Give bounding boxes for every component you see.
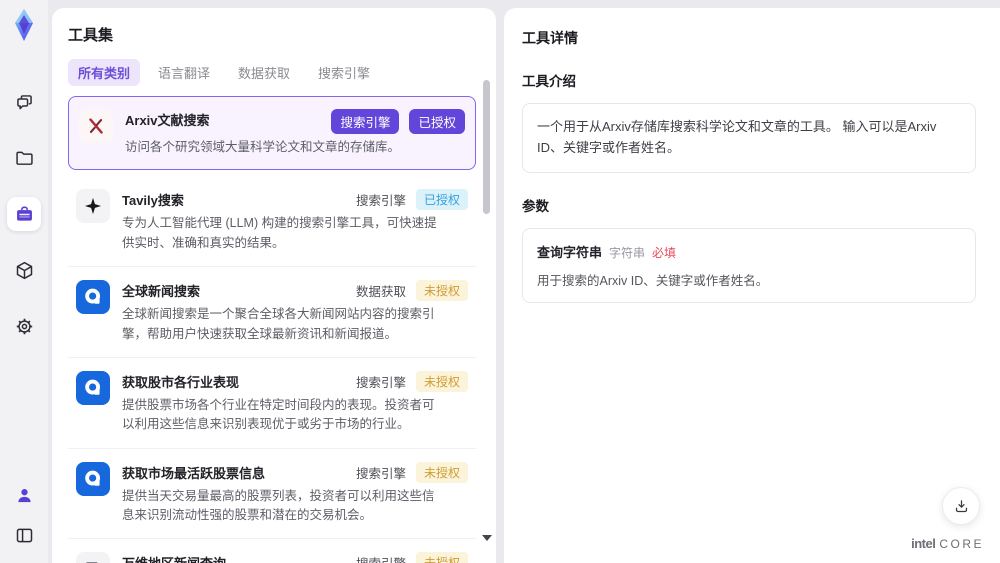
app-logo gem-logo: [6, 7, 42, 43]
detail-panel-title: 工具详情: [522, 30, 578, 46]
intel-brand-text: intel: [911, 536, 936, 551]
parameter-description: 用于搜索的Arxiv ID、关键字或作者姓名。: [537, 273, 769, 288]
tool-main: 获取市场最活跃股票信息 搜索引擎 未授权 提供当天交易量最高的股票列表，投资者可…: [122, 461, 468, 526]
category-tabs: 所有类别 语言翻译 数据获取 搜索引擎: [68, 59, 476, 86]
tool-meta: 搜索引擎 未授权: [355, 461, 468, 483]
tool-status-badge: 未授权: [415, 370, 468, 392]
sidebar-nav: [7, 85, 41, 343]
sidebar: [0, 0, 48, 563]
tool-description: 提供当天交易量最高的股票列表，投资者可以利用这些信息来识别流动性强的股票和潜在的…: [122, 488, 435, 522]
tool-intro-box: 一个用于从Arxiv存储库搜索科学论文和文章的工具。 输入可以是Arxiv ID…: [522, 103, 976, 173]
tool-description: 提供股票市场各个行业在特定时间段内的表现。投资者可以利用这些信息来识别表现优于或…: [122, 397, 435, 432]
tool-card[interactable]: Arxiv文献搜索 搜索引擎 已授权 访问各个研究领域大量科学论文和文章的存储库…: [68, 96, 476, 171]
panel-toggle-icon[interactable]: [10, 521, 38, 549]
intro-section-heading: 工具介绍: [522, 74, 576, 89]
tool-card[interactable]: 获取股市各行业表现 搜索引擎 未授权 提供股票市场各个行业在特定时间段内的表现。…: [68, 358, 476, 449]
blue-q-tool-icon: [76, 461, 110, 496]
arxiv-tool-icon: [79, 109, 113, 143]
category-tab[interactable]: 搜索引擎: [308, 59, 380, 86]
tool-name: 万维地区新闻查询: [122, 552, 226, 563]
tool-description: 全球新闻搜索是一个聚合全球各大新闻网站内容的搜索引擎，帮助用户快速获取全球最新资…: [122, 307, 435, 341]
tool-description: 访问各个研究领域大量科学论文和文章的存储库。: [125, 140, 401, 154]
tool-category-badge: 搜索引擎: [331, 109, 400, 134]
tool-meta: 搜索引擎 未授权: [355, 370, 468, 392]
nav-folder-icon[interactable]: [7, 141, 41, 175]
tool-main: 全球新闻搜索 数据获取 未授权 全球新闻搜索是一个聚合全球各大新闻网站内容的搜索…: [122, 280, 468, 344]
tool-main: 获取股市各行业表现 搜索引擎 未授权 提供股票市场各个行业在特定时间段内的表现。…: [122, 370, 468, 435]
list-scrollbar[interactable]: [482, 72, 492, 555]
tab-label: 语言翻译: [158, 66, 211, 81]
nav-settings-gear-icon[interactable]: [7, 309, 41, 343]
category-tab[interactable]: 数据获取: [228, 59, 300, 86]
tool-card[interactable]: Tavily搜索 搜索引擎 已授权 专为人工智能代理 (LLM) 构建的搜索引擎…: [68, 176, 476, 268]
tool-status-badge: 未授权: [415, 461, 468, 483]
tool-main: Arxiv文献搜索 搜索引擎 已授权 访问各个研究领域大量科学论文和文章的存储库…: [125, 109, 465, 157]
tool-meta: 数据获取 未授权: [355, 280, 468, 302]
tool-description: 专为人工智能代理 (LLM) 构建的搜索引擎工具，可快速提供实时、准确和真实的结…: [122, 216, 437, 250]
tool-category-badge: 数据获取: [355, 285, 406, 300]
parameter-header: 查询字符串 字符串 必填: [537, 242, 961, 261]
scrollbar-down-arrow-icon[interactable]: [482, 535, 492, 541]
blue-q-tool-icon: [76, 280, 110, 315]
tool-card[interactable]: 获取市场最活跃股票信息 搜索引擎 未授权 提供当天交易量最高的股票列表，投资者可…: [68, 449, 476, 540]
nav-briefcase-icon nav-tools-active[interactable]: [7, 197, 41, 231]
parameter-type: 字符串: [609, 245, 646, 260]
scrollbar-thumb[interactable]: [483, 80, 490, 214]
parameter-required-badge: 必填: [652, 245, 677, 260]
tool-name: 获取市场最活跃股票信息: [122, 465, 266, 481]
tool-meta: 搜索引擎 已授权: [355, 189, 468, 211]
category-tab[interactable]: 语言翻译: [148, 59, 220, 86]
tool-card[interactable]: 全球新闻搜索 数据获取 未授权 全球新闻搜索是一个聚合全球各大新闻网站内容的搜索…: [68, 267, 476, 358]
tool-category-badge: 搜索引擎: [356, 553, 406, 563]
tool-name: 获取股市各行业表现: [122, 374, 240, 390]
tab-label: 数据获取: [238, 66, 291, 81]
tool-category-badge: 搜索引擎: [355, 194, 406, 209]
tool-meta: 搜索引擎 已授权: [331, 109, 465, 134]
tool-name: 全球新闻搜索: [122, 284, 201, 300]
category-tab[interactable]: 所有类别: [68, 59, 141, 86]
parameter-box: 查询字符串 字符串 必填 用于搜索的Arxiv ID、关键字或作者姓名。: [522, 227, 976, 303]
tool-detail-panel: 工具详情 工具介绍 一个用于从Arxiv存储库搜索科学论文和文章的工具。 输入可…: [504, 8, 1000, 563]
sidebar-bottom: [10, 481, 38, 563]
tool-main: 万维地区新闻查询 搜索引擎 未授权 查询具体行政区划内的新闻，快速了解各地新闻动: [122, 552, 468, 563]
tool-status-badge: 已授权: [409, 109, 465, 134]
tool-meta: 搜索引擎 未授权: [356, 552, 468, 563]
blue-q-tool-icon: [76, 370, 110, 405]
params-section-heading: 参数: [522, 198, 549, 214]
tool-category-badge: 搜索引擎: [355, 466, 406, 481]
tool-main: Tavily搜索 搜索引擎 已授权 专为人工智能代理 (LLM) 构建的搜索引擎…: [122, 189, 468, 253]
newspaper-tool-icon: [76, 552, 110, 563]
tab-label: 搜索引擎: [318, 66, 371, 81]
download-button[interactable]: [942, 487, 980, 525]
page-title: 工具集: [68, 27, 114, 44]
tool-status-badge: 未授权: [415, 552, 468, 563]
tool-status-badge: 已授权: [415, 189, 468, 211]
nav-package-icon[interactable]: [7, 253, 41, 287]
intel-core-logo: intel core: [911, 536, 984, 551]
tool-name: Arxiv文献搜索: [125, 113, 210, 128]
tavily-tool-icon: [76, 189, 110, 224]
tool-list: Arxiv文献搜索 搜索引擎 已授权 访问各个研究领域大量科学论文和文章的存储库…: [68, 96, 476, 563]
tool-category-badge: 搜索引擎: [355, 375, 406, 390]
tool-name: Tavily搜索: [122, 193, 184, 209]
user-avatar-icon[interactable]: [10, 481, 38, 509]
tool-intro-text: 一个用于从Arxiv存储库搜索科学论文和文章的工具。 输入可以是Arxiv ID…: [537, 119, 937, 155]
tab-label: 所有类别: [78, 66, 131, 81]
tool-card[interactable]: 万维地区新闻查询 搜索引擎 未授权 查询具体行政区划内的新闻，快速了解各地新闻动: [68, 539, 476, 563]
tool-list-panel: 工具集 所有类别 语言翻译 数据获取 搜索引擎 Arxiv文献搜索 搜索引擎 已…: [52, 8, 496, 563]
nav-chat-icon[interactable]: [7, 85, 41, 119]
core-brand-text: core: [939, 537, 984, 551]
download-icon: [955, 499, 967, 512]
tool-status-badge: 未授权: [415, 280, 468, 302]
parameter-name: 查询字符串: [537, 244, 603, 260]
